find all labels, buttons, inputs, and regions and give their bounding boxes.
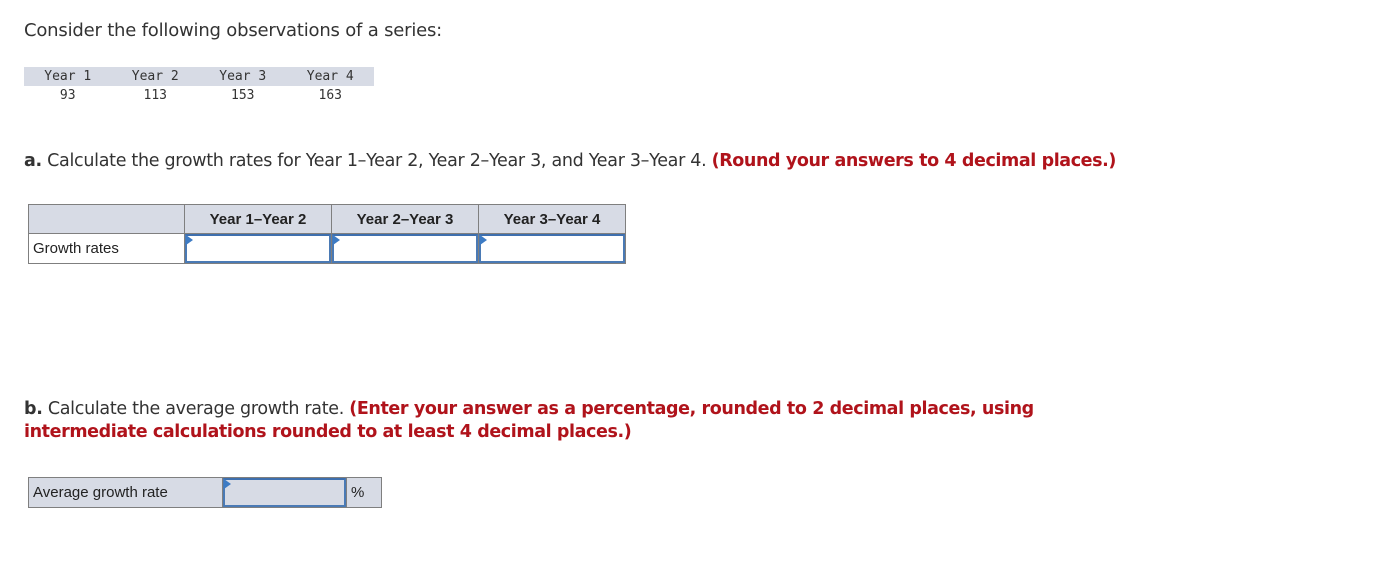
part-b-text: Calculate the average growth rate. [42, 399, 350, 419]
obs-header-year-4: Year 4 [286, 67, 374, 86]
obs-value-year-1: 93 [59, 88, 76, 103]
intro-text: Consider the following observations of a… [24, 20, 443, 41]
growth-header-y2-y3: Year 2–Year 3 [331, 204, 479, 234]
percent-unit: % [346, 477, 382, 508]
part-b-label: b. [24, 399, 43, 419]
observations-value-row: 93 113 153 163 [24, 86, 374, 105]
average-growth-row: Average growth rate % [28, 477, 382, 508]
growth-header-y3-y4: Year 3–Year 4 [478, 204, 626, 234]
growth-rate-y3-y4-input[interactable] [479, 234, 625, 263]
growth-cell-y3-y4 [478, 233, 626, 264]
part-a-instruction: (Round your answers to 4 decimal places.… [711, 151, 1117, 171]
obs-header-year-2: Year 2 [111, 67, 199, 86]
obs-header-year-1: Year 1 [24, 67, 112, 86]
growth-rates-row: Growth rates [28, 233, 626, 264]
part-a-label: a. [24, 151, 42, 171]
growth-cell-y1-y2 [184, 233, 332, 264]
observations-header-row: Year 1 Year 2 Year 3 Year 4 [24, 67, 374, 86]
part-a-question: a. Calculate the growth rates for Year 1… [24, 150, 1116, 173]
growth-header-corner [28, 204, 185, 234]
growth-rate-y2-y3-input[interactable] [332, 234, 478, 263]
part-a-text: Calculate the growth rates for Year 1–Ye… [41, 151, 712, 171]
average-growth-label: Average growth rate [28, 477, 223, 508]
observations-table: Year 1 Year 2 Year 3 Year 4 93 113 153 1… [24, 67, 374, 105]
part-b-question: b. Calculate the average growth rate. (E… [24, 398, 1134, 444]
growth-rates-label: Growth rates [28, 233, 185, 264]
obs-value-year-3: 153 [231, 88, 255, 103]
obs-header-year-3: Year 3 [199, 67, 287, 86]
obs-value-year-2: 113 [143, 88, 167, 103]
average-growth-input[interactable] [223, 478, 346, 507]
average-growth-table: Average growth rate % [28, 477, 382, 508]
obs-value-year-4: 163 [318, 88, 342, 103]
average-growth-cell [222, 477, 347, 508]
growth-rates-table: Year 1–Year 2 Year 2–Year 3 Year 3–Year … [28, 204, 626, 264]
growth-header-row: Year 1–Year 2 Year 2–Year 3 Year 3–Year … [28, 204, 626, 234]
growth-rate-y1-y2-input[interactable] [185, 234, 331, 263]
growth-header-y1-y2: Year 1–Year 2 [184, 204, 332, 234]
growth-cell-y2-y3 [331, 233, 479, 264]
